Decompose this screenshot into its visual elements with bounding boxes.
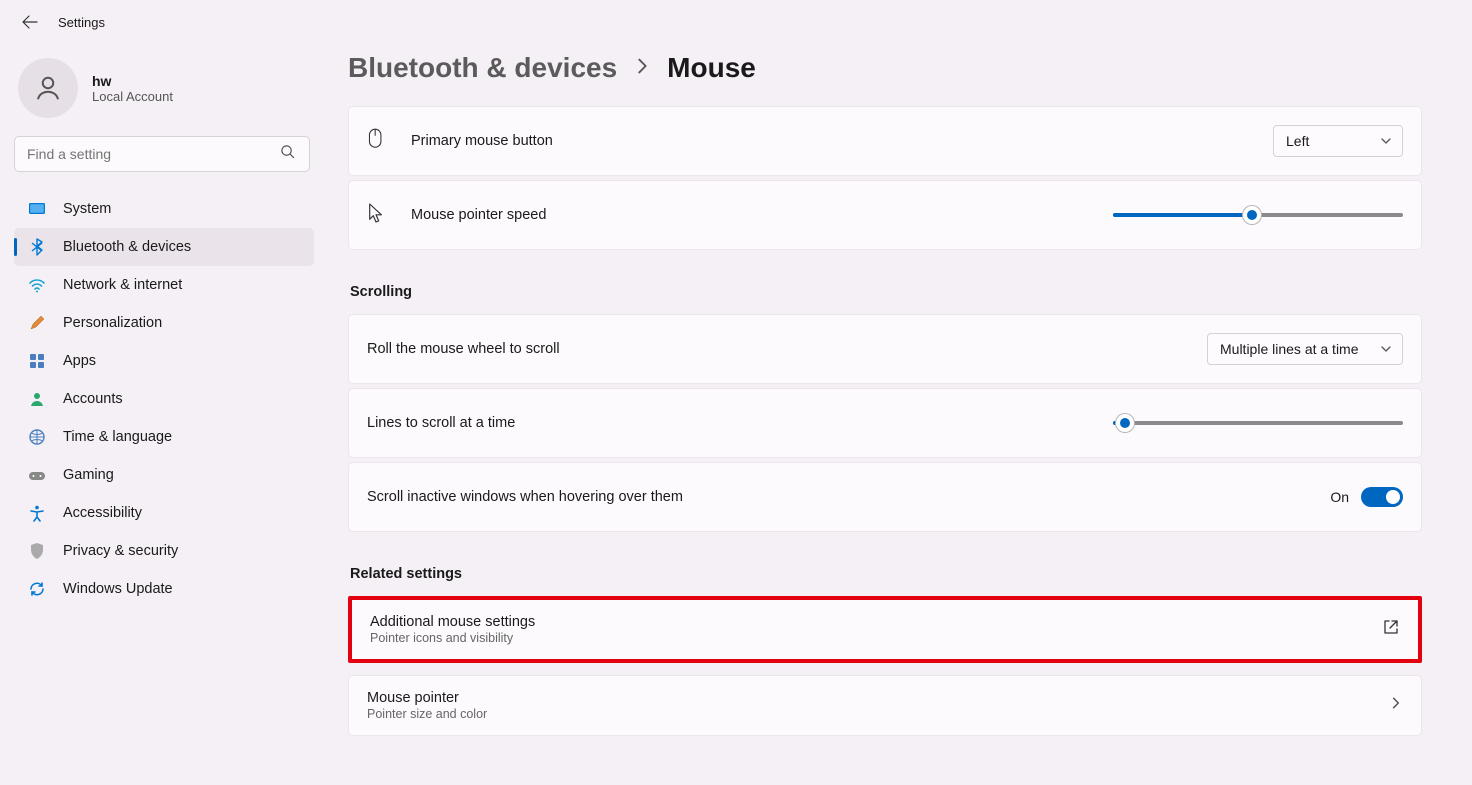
slider-thumb[interactable]	[1116, 414, 1134, 432]
nav-gaming[interactable]: Gaming	[14, 456, 314, 494]
external-link-icon	[1382, 618, 1400, 641]
update-icon	[28, 580, 46, 598]
related-sub: Pointer size and color	[367, 707, 487, 721]
slider-track	[1113, 421, 1403, 425]
related-title: Additional mouse settings	[370, 614, 535, 630]
related-header: Related settings	[350, 566, 1422, 582]
card-pointer-speed: Mouse pointer speed	[348, 180, 1422, 250]
breadcrumb-current: Mouse	[667, 52, 756, 84]
sidebar: hw Local Account System Bluetooth & devi…	[0, 44, 320, 785]
card-lines-to-scroll: Lines to scroll at a time	[348, 388, 1422, 458]
nav-label: Accounts	[63, 391, 123, 407]
nav-label: Apps	[63, 353, 96, 369]
card-scroll-inactive: Scroll inactive windows when hovering ov…	[348, 462, 1422, 532]
search-icon	[280, 144, 295, 164]
nav-bluetooth-devices[interactable]: Bluetooth & devices	[14, 228, 314, 266]
lines-to-scroll-label: Lines to scroll at a time	[367, 415, 1113, 431]
arrow-left-icon	[22, 14, 38, 30]
nav-list: System Bluetooth & devices Network & int…	[14, 190, 314, 608]
nav-label: System	[63, 201, 111, 217]
globe-clock-icon	[28, 428, 46, 446]
nav-privacy-security[interactable]: Privacy & security	[14, 532, 314, 570]
scroll-inactive-toggle[interactable]	[1361, 487, 1403, 507]
dropdown-value: Left	[1286, 133, 1309, 149]
apps-icon	[28, 352, 46, 370]
slider-thumb[interactable]	[1243, 206, 1261, 224]
primary-mouse-button-label: Primary mouse button	[411, 133, 1273, 149]
scroll-inactive-label: Scroll inactive windows when hovering ov…	[367, 489, 1330, 505]
avatar	[18, 58, 78, 118]
mouse-icon	[367, 127, 389, 156]
main-content: Bluetooth & devices Mouse Primary mouse …	[320, 44, 1472, 785]
scrolling-header: Scrolling	[350, 284, 1422, 300]
nav-time-language[interactable]: Time & language	[14, 418, 314, 456]
nav-label: Accessibility	[63, 505, 142, 521]
slider-fill	[1113, 213, 1252, 217]
accounts-icon	[28, 390, 46, 408]
highlighted-additional-mouse-settings: Additional mouse settings Pointer icons …	[348, 596, 1422, 663]
card-primary-mouse-button: Primary mouse button Left	[348, 106, 1422, 176]
shield-icon	[28, 542, 46, 560]
pointer-speed-label: Mouse pointer speed	[411, 207, 1113, 223]
breadcrumb-parent[interactable]: Bluetooth & devices	[348, 52, 617, 84]
chevron-down-icon	[1380, 135, 1392, 147]
lines-to-scroll-slider[interactable]	[1113, 413, 1403, 433]
nav-apps[interactable]: Apps	[14, 342, 314, 380]
nav-accounts[interactable]: Accounts	[14, 380, 314, 418]
gaming-icon	[28, 466, 46, 484]
accessibility-icon	[28, 504, 46, 522]
paintbrush-icon	[28, 314, 46, 332]
nav-label: Windows Update	[63, 581, 173, 597]
user-account-block[interactable]: hw Local Account	[14, 54, 314, 136]
person-icon	[33, 73, 63, 103]
cursor-icon	[367, 202, 389, 229]
nav-accessibility[interactable]: Accessibility	[14, 494, 314, 532]
search-input-wrap[interactable]	[14, 136, 310, 172]
window-title: Settings	[58, 15, 105, 30]
card-mouse-pointer[interactable]: Mouse pointer Pointer size and color	[348, 675, 1422, 736]
dropdown-value: Multiple lines at a time	[1220, 341, 1359, 357]
wifi-icon	[28, 276, 46, 294]
user-account-type: Local Account	[92, 89, 173, 104]
nav-windows-update[interactable]: Windows Update	[14, 570, 314, 608]
primary-mouse-button-dropdown[interactable]: Left	[1273, 125, 1403, 157]
chevron-down-icon	[1380, 343, 1392, 355]
nav-network[interactable]: Network & internet	[14, 266, 314, 304]
related-title: Mouse pointer	[367, 690, 487, 706]
chevron-right-icon	[1389, 696, 1403, 715]
chevron-right-icon	[631, 55, 653, 82]
back-button[interactable]	[22, 14, 38, 30]
nav-personalization[interactable]: Personalization	[14, 304, 314, 342]
nav-label: Personalization	[63, 315, 162, 331]
nav-label: Network & internet	[63, 277, 182, 293]
toggle-state-label: On	[1330, 489, 1349, 505]
related-sub: Pointer icons and visibility	[370, 631, 535, 645]
breadcrumb: Bluetooth & devices Mouse	[348, 52, 1422, 84]
nav-label: Gaming	[63, 467, 114, 483]
bluetooth-icon	[28, 238, 46, 256]
nav-system[interactable]: System	[14, 190, 314, 228]
card-additional-mouse-settings[interactable]: Additional mouse settings Pointer icons …	[352, 600, 1418, 659]
search-input[interactable]	[15, 137, 309, 171]
nav-label: Bluetooth & devices	[63, 239, 191, 255]
card-roll-wheel: Roll the mouse wheel to scroll Multiple …	[348, 314, 1422, 384]
pointer-speed-slider[interactable]	[1113, 205, 1403, 225]
nav-label: Privacy & security	[63, 543, 178, 559]
roll-wheel-label: Roll the mouse wheel to scroll	[367, 341, 1207, 357]
user-name: hw	[92, 73, 173, 89]
roll-wheel-dropdown[interactable]: Multiple lines at a time	[1207, 333, 1403, 365]
nav-label: Time & language	[63, 429, 172, 445]
system-icon	[28, 200, 46, 218]
